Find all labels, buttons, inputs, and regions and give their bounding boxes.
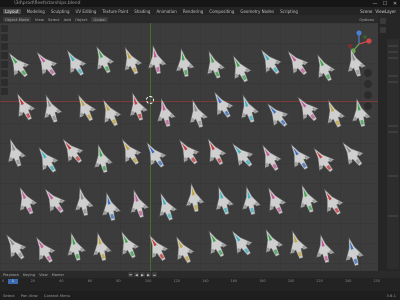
play-icon[interactable]: ▶ <box>140 272 145 277</box>
frame-tick-label: 80 <box>116 279 121 283</box>
property-row <box>388 57 398 59</box>
tab-compositing[interactable]: Compositing <box>209 9 234 14</box>
frame-tick-label: 220 <box>316 279 323 283</box>
property-row <box>388 45 398 47</box>
frame-tick-label: 60 <box>87 279 93 283</box>
annotate-tool-icon[interactable] <box>1 79 8 86</box>
cursor-tool-icon[interactable] <box>1 34 8 41</box>
maximize-icon[interactable]: ☐ <box>380 0 390 7</box>
menu-view[interactable]: View <box>35 17 44 22</box>
tab-animation[interactable]: Animation <box>156 9 176 14</box>
tool-properties-icon[interactable] <box>380 18 386 24</box>
property-row <box>388 175 398 177</box>
move-tool-icon[interactable] <box>1 43 8 50</box>
pan-icon[interactable] <box>364 80 372 88</box>
transform-orientation-dropdown[interactable]: Global <box>91 16 108 22</box>
property-row <box>388 75 398 77</box>
property-row <box>388 131 398 133</box>
status-hint-context: Context Menu <box>43 293 71 298</box>
tab-scripting[interactable]: Scripting <box>280 9 298 14</box>
timeline: Playback Keying View Marker ⏮ ◀ ▶ ▶ ⏭ 02… <box>0 271 400 291</box>
frame-tick-label: 100 <box>144 279 152 283</box>
frame-tick-label: 200 <box>287 279 295 283</box>
measure-tool-icon[interactable] <box>1 88 8 95</box>
properties-sidebar <box>378 15 400 271</box>
3d-viewport[interactable] <box>0 23 378 271</box>
property-row <box>388 81 398 83</box>
window-title: \3d\prod\fleet\starships.blend <box>14 1 81 6</box>
tab-sculpting[interactable]: Sculpting <box>51 9 70 14</box>
frame-tick-label: 140 <box>202 279 209 283</box>
render-properties-icon[interactable] <box>380 27 386 33</box>
tab-layout[interactable]: Layout <box>3 8 21 14</box>
select-tool-icon[interactable] <box>1 25 8 32</box>
tab-texture-paint[interactable]: Texture Paint <box>102 9 128 14</box>
minimize-icon[interactable]: — <box>370 0 380 7</box>
menu-keying[interactable]: Keying <box>23 273 35 277</box>
next-key-icon[interactable]: ▶ <box>146 272 151 277</box>
view-layer-label: ViewLayer <box>375 8 396 14</box>
menu-playback[interactable]: Playback <box>3 273 19 277</box>
status-hint-select: Select <box>3 293 15 298</box>
close-icon[interactable]: ✕ <box>390 0 400 7</box>
options-dropdown[interactable]: Options <box>359 17 378 22</box>
workspace-tabs: Layout Modeling Sculpting UV Editing Tex… <box>0 7 400 15</box>
jump-end-icon[interactable]: ⏭ <box>152 272 157 277</box>
property-row <box>388 51 398 53</box>
menu-marker[interactable]: Marker <box>52 273 64 277</box>
frame-tick-label: 120 <box>173 279 180 283</box>
title-bar: \3d\prod\fleet\starships.blend — ☐ ✕ <box>0 0 400 7</box>
frame-tick-label: 40 <box>59 279 64 283</box>
frame-tick-label: 180 <box>259 279 266 283</box>
frame-tick-label: 240 <box>344 279 352 283</box>
frame-tick-label: 250 <box>373 279 380 283</box>
mode-dropdown[interactable]: Object Mode <box>3 16 31 22</box>
menu-add[interactable]: Add <box>64 17 71 22</box>
menu-select[interactable]: Select <box>48 17 60 22</box>
timeline-header: Playback Keying View Marker ⏮ ◀ ▶ ▶ ⏭ <box>0 271 400 278</box>
play-reverse-icon[interactable]: ◀ <box>134 272 139 277</box>
status-bar: Select Pan View Context Menu 3.6.1 <box>0 291 400 300</box>
frame-tick-label: 20 <box>30 279 35 283</box>
scene-selector[interactable]: Scene ViewLayer <box>360 7 396 15</box>
version-label: 3.6.1 <box>386 293 396 298</box>
tab-geometry-nodes[interactable]: Geometry Nodes <box>240 9 274 14</box>
transform-tool-icon[interactable] <box>1 70 8 77</box>
status-hint-pan: Pan View <box>20 293 38 298</box>
tab-rendering[interactable]: Rendering <box>183 9 203 14</box>
menu-view-timeline[interactable]: View <box>39 273 48 277</box>
frame-ruler[interactable]: 0 20 40 60 80 100 120 140 160 180 200 220 240 250 <box>0 279 400 284</box>
current-frame-indicator[interactable]: 1 <box>8 279 18 284</box>
viewport-header: Object Mode View Select Add Object Globa… <box>0 15 378 23</box>
tab-uv-editing[interactable]: UV Editing <box>76 9 97 14</box>
property-row <box>388 125 398 127</box>
frame-tick-label: 160 <box>230 279 238 283</box>
scene-label: Scene <box>360 8 373 14</box>
playback-controls: ⏮ ◀ ▶ ▶ ⏭ <box>128 272 157 277</box>
tab-modeling[interactable]: Modeling <box>27 9 45 14</box>
properties-panel <box>387 39 399 269</box>
jump-start-icon[interactable]: ⏮ <box>128 272 133 277</box>
menu-object[interactable]: Object <box>75 17 87 22</box>
tab-shading[interactable]: Shading <box>134 9 150 14</box>
property-row <box>388 215 398 217</box>
